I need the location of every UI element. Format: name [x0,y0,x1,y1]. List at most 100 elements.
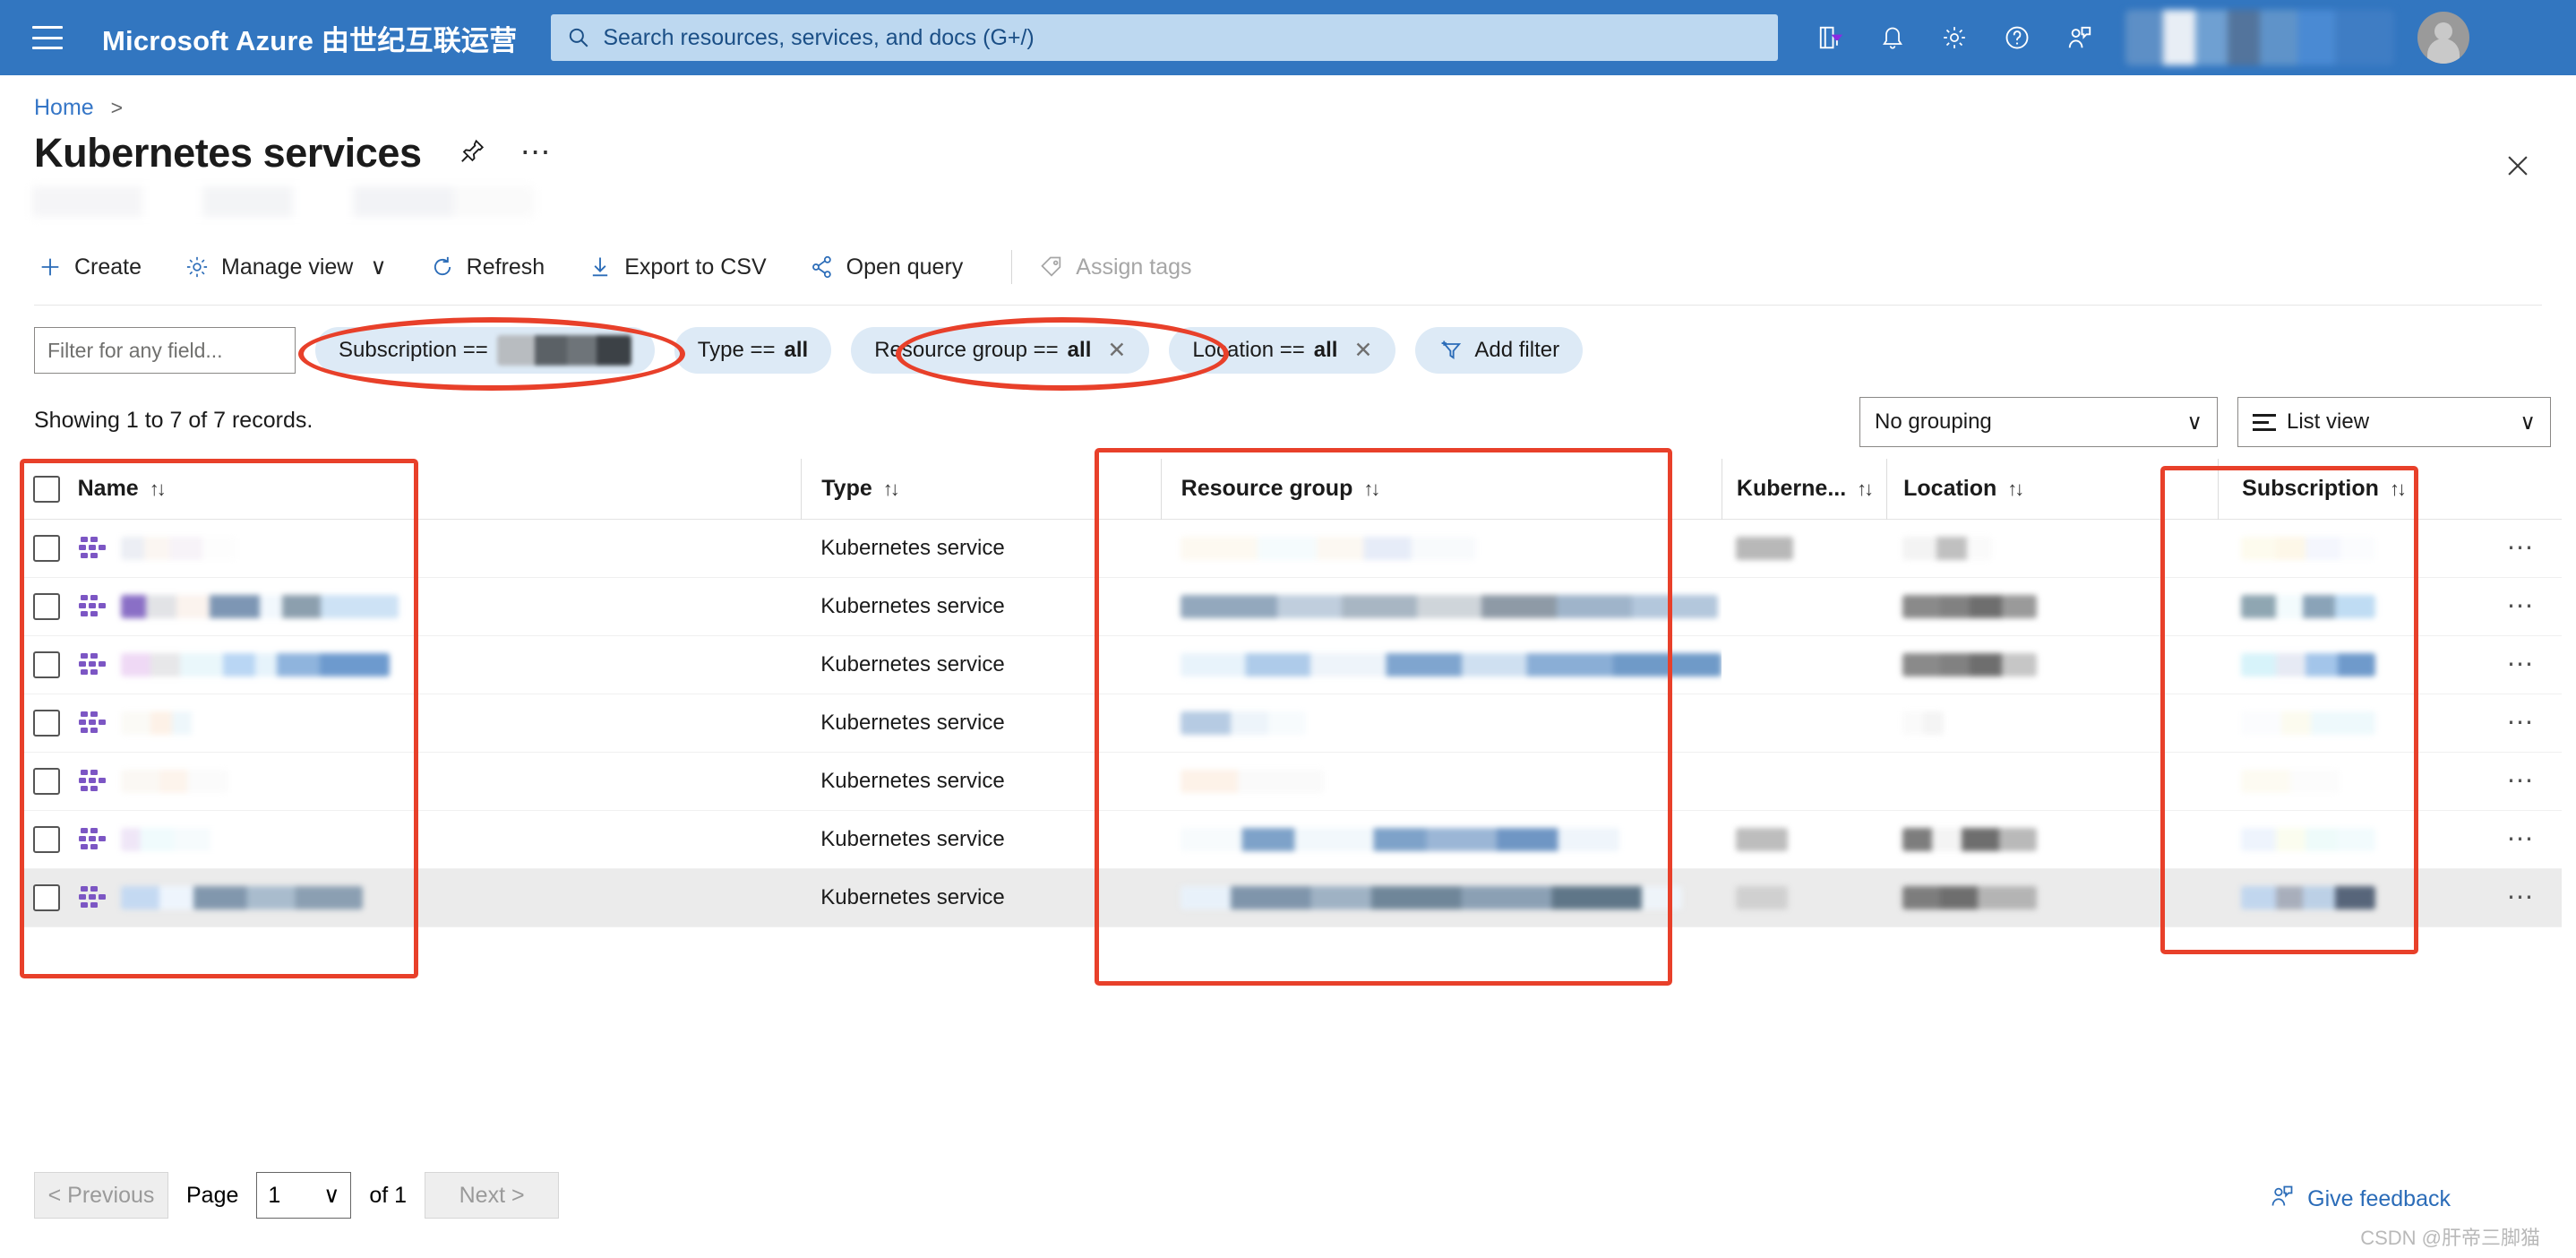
row-checkbox[interactable] [33,826,61,853]
grouping-dropdown[interactable]: No grouping ∨ [1859,397,2218,447]
filter-any-field-input[interactable] [34,327,296,374]
resource-group-filter-pill[interactable]: Resource group == all ✕ [851,327,1150,374]
breadcrumb-home-link[interactable]: Home [34,95,94,120]
cell-subscription [2218,869,2481,927]
column-header-location[interactable]: Location ↑↓ [1886,458,2218,520]
row-checkbox[interactable] [33,884,61,911]
cloud-shell-icon[interactable] [1817,24,1844,51]
add-filter-button[interactable]: Add filter [1415,327,1584,374]
ellipsis-icon[interactable]: ⋯ [2507,593,2537,620]
sort-icon[interactable]: ↑↓ [2390,478,2407,501]
close-icon[interactable]: ✕ [1107,337,1126,364]
cell-resource-group[interactable] [1161,636,1722,694]
next-page-button[interactable]: Next > [425,1172,560,1219]
column-header-type[interactable]: Type ↑↓ [801,458,1160,520]
cell-resource-group[interactable] [1161,694,1722,753]
manage-view-label: Manage view [221,254,354,280]
column-header-name[interactable]: Name ↑↓ [74,459,802,520]
type-filter-pill[interactable]: Type == all [674,327,832,374]
sort-icon[interactable]: ↑↓ [2007,478,2024,501]
cell-resource-group[interactable] [1161,811,1722,869]
redacted-value [1902,711,1945,735]
column-header-subscription[interactable]: Subscription ↑↓ [2218,458,2481,520]
cell-resource-group[interactable] [1161,520,1722,578]
table-row[interactable]: Kubernetes service ⋯ [20,694,2562,753]
cell-kubernetes-version [1722,694,1886,753]
subscription-filter-pill[interactable]: Subscription == [315,327,655,374]
column-header-kubernetes-version[interactable]: Kuberne... ↑↓ [1721,458,1886,520]
export-csv-button[interactable]: Export to CSV [584,247,786,288]
azure-brand-title[interactable]: Microsoft Azure 由世纪互联运营 [102,18,517,58]
create-button[interactable]: Create [34,247,161,288]
cell-name[interactable] [74,811,802,869]
row-actions-cell: ⋯ [2481,694,2562,753]
manage-view-button[interactable]: Manage view ∨ [181,246,407,288]
table-row[interactable]: Kubernetes service ⋯ [20,811,2562,869]
row-checkbox[interactable] [33,535,61,562]
close-icon[interactable] [2503,151,2533,185]
table-row[interactable]: Kubernetes service ⋯ [20,578,2562,636]
question-icon[interactable] [2004,24,2031,51]
search-input[interactable] [603,24,1779,51]
aks-cluster-icon [78,650,108,680]
refresh-button[interactable]: Refresh [426,247,565,288]
previous-page-button[interactable]: < Previous [34,1172,168,1219]
assign-tags-button[interactable]: Assign tags [1035,247,1211,288]
ellipsis-icon[interactable]: ⋯ [2507,768,2537,795]
resource-group-filter-value: all [1067,338,1092,362]
close-icon[interactable]: ✕ [1353,337,1372,364]
redacted-value [1180,537,1476,560]
redacted-value [2241,537,2376,560]
assign-tags-label: Assign tags [1076,254,1192,280]
cell-resource-group[interactable] [1161,578,1722,636]
table-row[interactable]: Kubernetes service ⋯ [20,869,2562,927]
ellipsis-icon[interactable]: ⋯ [2507,651,2537,678]
pin-icon[interactable] [458,137,486,170]
cell-type: Kubernetes service [801,578,1160,636]
table-row[interactable]: Kubernetes service ⋯ [20,753,2562,811]
cell-name[interactable] [74,869,802,927]
view-dropdown[interactable]: List view ∨ [2237,397,2551,447]
cell-type-label: Kubernetes service [820,652,1005,676]
ellipsis-icon[interactable]: ⋯ [2507,710,2537,737]
feedback-person-icon[interactable] [2066,24,2093,51]
row-checkbox[interactable] [33,768,61,795]
table-row[interactable]: Kubernetes service ⋯ [20,520,2562,578]
global-search-box[interactable] [551,14,1779,61]
bell-icon[interactable] [1880,24,1905,51]
select-all-checkbox[interactable] [33,475,61,503]
cell-resource-group[interactable] [1161,753,1722,811]
cell-name[interactable] [74,520,802,578]
open-query-button[interactable]: Open query [806,247,983,288]
location-filter-pill[interactable]: Location == all ✕ [1169,327,1396,374]
ellipsis-icon[interactable]: ⋯ [2507,826,2537,853]
cell-resource-group[interactable] [1161,869,1722,927]
row-checkbox[interactable] [33,593,61,620]
sort-icon[interactable]: ↑↓ [150,478,167,501]
ellipsis-icon[interactable]: ⋯ [2507,535,2537,562]
column-header-resource-group[interactable]: Resource group ↑↓ [1160,458,1722,520]
cell-name[interactable] [74,753,802,811]
redacted-value [1180,711,1306,735]
redacted-value [1180,653,1722,676]
redacted-value [1902,595,2038,618]
hamburger-icon[interactable] [32,26,63,49]
cell-name[interactable] [74,694,802,753]
ellipsis-icon[interactable]: ⋯ [2507,884,2537,911]
cell-type: Kubernetes service [801,694,1160,753]
avatar[interactable] [2417,12,2470,64]
gear-icon[interactable] [1941,24,1968,51]
table-row[interactable]: Kubernetes service ⋯ [20,636,2562,694]
sort-icon[interactable]: ↑↓ [883,478,900,501]
page-number-dropdown[interactable]: 1 ∨ [256,1172,352,1219]
row-actions-cell: ⋯ [2481,636,2562,694]
row-checkbox[interactable] [33,651,61,678]
give-feedback-link[interactable]: Give feedback [2270,1184,2451,1215]
sort-icon[interactable]: ↑↓ [1363,478,1380,501]
row-checkbox[interactable] [33,710,61,737]
grouping-value: No grouping [1875,409,1992,434]
page-more-menu[interactable]: ⋯ [520,138,554,168]
cell-name[interactable] [74,578,802,636]
cell-name[interactable] [74,636,802,694]
sort-icon[interactable]: ↑↓ [1857,478,1874,501]
